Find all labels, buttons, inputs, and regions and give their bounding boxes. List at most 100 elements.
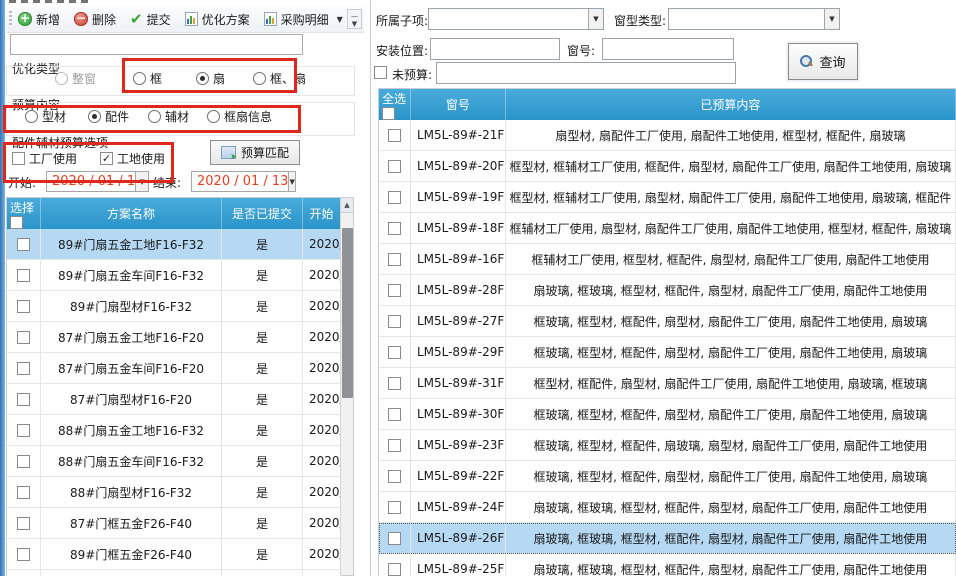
no-budget-input[interactable] bbox=[436, 62, 736, 84]
row-checkbox[interactable] bbox=[17, 238, 30, 251]
row-checkbox[interactable] bbox=[17, 424, 30, 437]
plan-filter-input[interactable] bbox=[10, 34, 303, 55]
window-row[interactable]: LM5L-89#-20F18框型材, 框辅材工厂使用, 框配件, 扇型材, 扇配… bbox=[379, 151, 956, 182]
row-checkbox[interactable] bbox=[388, 563, 401, 576]
window-select-cell bbox=[379, 306, 411, 336]
scrollbar-thumb[interactable] bbox=[342, 228, 353, 398]
window-row[interactable]: LM5L-89#-19F17框型材, 框辅材工厂使用, 扇型材, 扇配件工厂使用… bbox=[379, 182, 956, 213]
highlight-box-usage-options bbox=[3, 142, 174, 183]
row-checkbox[interactable] bbox=[388, 377, 401, 390]
window-row[interactable]: LM5L-89#-26F24扇玻璃, 框玻璃, 框型材, 框配件, 扇型材, 扇… bbox=[379, 523, 956, 554]
budgeted-content-cell: 框型材, 框配件, 扇型材, 扇配件工厂使用, 扇配件工地使用, 扇玻璃, 框玻… bbox=[506, 368, 956, 398]
row-checkbox[interactable] bbox=[17, 486, 30, 499]
report-bar bbox=[266, 19, 268, 24]
window-type-combo[interactable]: ▼ bbox=[668, 8, 840, 30]
end-date-picker[interactable]: 2020 / 01 / 13 ▼ bbox=[191, 171, 296, 192]
highlight-box-optimize-type bbox=[122, 58, 297, 93]
install-pos-input[interactable] bbox=[430, 38, 560, 60]
row-checkbox[interactable] bbox=[17, 455, 30, 468]
row-checkbox[interactable] bbox=[388, 346, 401, 359]
window-row[interactable]: LM5L-89#-31F29框型材, 框配件, 扇型材, 扇配件工厂使用, 扇配… bbox=[379, 368, 956, 399]
window-no-input[interactable] bbox=[602, 38, 734, 60]
plan-name-cell: 87#门扇五金车间F16-F20 bbox=[41, 353, 222, 383]
report-bar bbox=[269, 16, 271, 24]
window-row[interactable]: LM5L-89#-21F19扇型材, 扇配件工厂使用, 扇配件工地使用, 框型材… bbox=[379, 120, 956, 151]
plan-row[interactable]: 87#门框五金F26-F40是2020/0 bbox=[7, 508, 341, 539]
row-checkbox[interactable] bbox=[388, 408, 401, 421]
window-row[interactable]: LM5L-89#-22F20框玻璃, 框型材, 框配件, 扇型材, 扇配件工厂使… bbox=[379, 461, 956, 492]
select-all-windows-checkbox[interactable] bbox=[382, 107, 395, 120]
row-checkbox[interactable] bbox=[17, 300, 30, 313]
row-checkbox[interactable] bbox=[388, 222, 401, 235]
row-checkbox[interactable] bbox=[388, 160, 401, 173]
plan-name-header[interactable]: 方案名称 bbox=[41, 198, 222, 229]
budget-match-button[interactable]: 预算匹配 bbox=[210, 140, 300, 165]
row-checkbox[interactable] bbox=[17, 269, 30, 282]
row-checkbox[interactable] bbox=[388, 315, 401, 328]
purchase-detail-button[interactable]: 采购明细▼ bbox=[264, 11, 343, 28]
budgeted-content-cell: 框型材, 框辅材工厂使用, 框配件, 扇型材, 扇配件工厂使用, 扇配件工地使用… bbox=[506, 151, 956, 181]
plan-submitted-cell: 是 bbox=[222, 539, 303, 569]
highlight-box-budget-content bbox=[3, 105, 301, 133]
plan-row[interactable]: 89#门扇五金工地F16-F32是2020/0 bbox=[7, 229, 341, 260]
check-icon: ✔ bbox=[130, 12, 143, 26]
row-checkbox[interactable] bbox=[388, 501, 401, 514]
plan-submitted-cell: 是 bbox=[222, 353, 303, 383]
row-checkbox[interactable] bbox=[17, 548, 30, 561]
window-row[interactable]: LM5L-89#-30F28框玻璃, 框型材, 框配件, 扇型材, 扇配件工厂使… bbox=[379, 399, 956, 430]
window-row[interactable]: LM5L-89#-16F15框辅材工厂使用, 框型材, 框配件, 扇型材, 扇配… bbox=[379, 244, 956, 275]
window-row[interactable]: LM5L-89#-24F22扇玻璃, 框玻璃, 框型材, 框配件, 扇型材, 扇… bbox=[379, 492, 956, 523]
optimize-plan-button[interactable]: 优化方案 bbox=[185, 11, 250, 28]
plan-submitted-cell: 是 bbox=[222, 291, 303, 321]
window-row[interactable]: LM5L-89#-28F26扇玻璃, 框玻璃, 框型材, 框配件, 扇型材, 扇… bbox=[379, 275, 956, 306]
no-budget-checkbox[interactable] bbox=[374, 66, 387, 79]
row-checkbox[interactable] bbox=[388, 129, 401, 142]
row-checkbox[interactable] bbox=[17, 393, 30, 406]
optimize-plan-label: 优化方案 bbox=[202, 11, 250, 28]
window-no-cell: LM5L-89#-19F17 bbox=[411, 182, 506, 212]
plan-start-cell: 2020/0 bbox=[303, 539, 341, 569]
sub-item-dropdown-icon[interactable]: ▼ bbox=[588, 9, 603, 29]
plan-row[interactable]: 88#门框五金F21-F40是2020/0 bbox=[7, 570, 341, 576]
select-all-plans-checkbox[interactable] bbox=[10, 216, 23, 229]
window-row[interactable]: LM5L-89#-25F23扇玻璃, 框玻璃, 框型材, 框配件, 扇型材, 扇… bbox=[379, 554, 956, 576]
submitted-header[interactable]: 是否已提交 bbox=[222, 198, 303, 229]
plan-row[interactable]: 87#门扇五金车间F16-F20是2020/0 bbox=[7, 353, 341, 384]
window-no-header[interactable]: 窗号 bbox=[411, 89, 506, 120]
plan-row[interactable]: 88#门扇五金车间F16-F32是2020/0 bbox=[7, 446, 341, 477]
row-checkbox[interactable] bbox=[17, 331, 30, 344]
plan-table-scrollbar[interactable]: ▲ bbox=[340, 198, 353, 575]
budgeted-content-header[interactable]: 已预算内容 bbox=[506, 89, 956, 120]
row-checkbox[interactable] bbox=[388, 191, 401, 204]
row-checkbox[interactable] bbox=[388, 439, 401, 452]
start-header[interactable]: 开始 bbox=[303, 198, 341, 229]
plan-row[interactable]: 88#门扇型材F16-F32是2020/0 bbox=[7, 477, 341, 508]
end-date-dropdown-icon[interactable]: ▼ bbox=[288, 172, 295, 191]
window-row[interactable]: LM5L-89#-23F21框玻璃, 框型材, 框配件, 扇玻璃, 扇型材, 扇… bbox=[379, 430, 956, 461]
window-row[interactable]: LM5L-89#-18F16框辅材工厂使用, 扇型材, 扇配件工厂使用, 扇配件… bbox=[379, 213, 956, 244]
plan-row[interactable]: 88#门扇五金工地F16-F32是2020/0 bbox=[7, 415, 341, 446]
submit-button[interactable]: ✔提交 bbox=[130, 11, 171, 28]
toolbar-overflow-button[interactable]: —▼ bbox=[347, 9, 362, 29]
plan-row[interactable]: 89#门框五金F26-F40是2020/0 bbox=[7, 539, 341, 570]
plan-row[interactable]: 87#门扇型材F16-F20是2020/0 bbox=[7, 384, 341, 415]
plan-row[interactable]: 87#门扇五金工地F16-F20是2020/0 bbox=[7, 322, 341, 353]
window-row[interactable]: LM5L-89#-27F25框玻璃, 框型材, 框配件, 扇型材, 扇配件工厂使… bbox=[379, 306, 956, 337]
window-table: 全选 窗号 已预算内容 LM5L-89#-21F19扇型材, 扇配件工厂使用, … bbox=[378, 88, 956, 576]
window-type-dropdown-icon[interactable]: ▼ bbox=[824, 9, 839, 29]
row-checkbox[interactable] bbox=[388, 532, 401, 545]
query-button[interactable]: 查询 bbox=[788, 43, 858, 80]
row-checkbox[interactable] bbox=[388, 284, 401, 297]
plan-start-cell: 2020/0 bbox=[303, 508, 341, 538]
add-button[interactable]: +新增 bbox=[18, 11, 60, 28]
row-checkbox[interactable] bbox=[388, 253, 401, 266]
plan-row[interactable]: 89#门扇型材F16-F32是2020/0 bbox=[7, 291, 341, 322]
window-row[interactable]: LM5L-89#-29F27框玻璃, 框型材, 框配件, 扇型材, 扇配件工厂使… bbox=[379, 337, 956, 368]
row-checkbox[interactable] bbox=[17, 517, 30, 530]
scrollbar-up-icon[interactable]: ▲ bbox=[341, 198, 353, 213]
plan-row[interactable]: 89#门扇五金车间F16-F32是2020/0 bbox=[7, 260, 341, 291]
row-checkbox[interactable] bbox=[388, 470, 401, 483]
row-checkbox[interactable] bbox=[17, 362, 30, 375]
delete-button[interactable]: −删除 bbox=[74, 11, 116, 28]
sub-item-combo[interactable]: ▼ bbox=[428, 8, 604, 30]
